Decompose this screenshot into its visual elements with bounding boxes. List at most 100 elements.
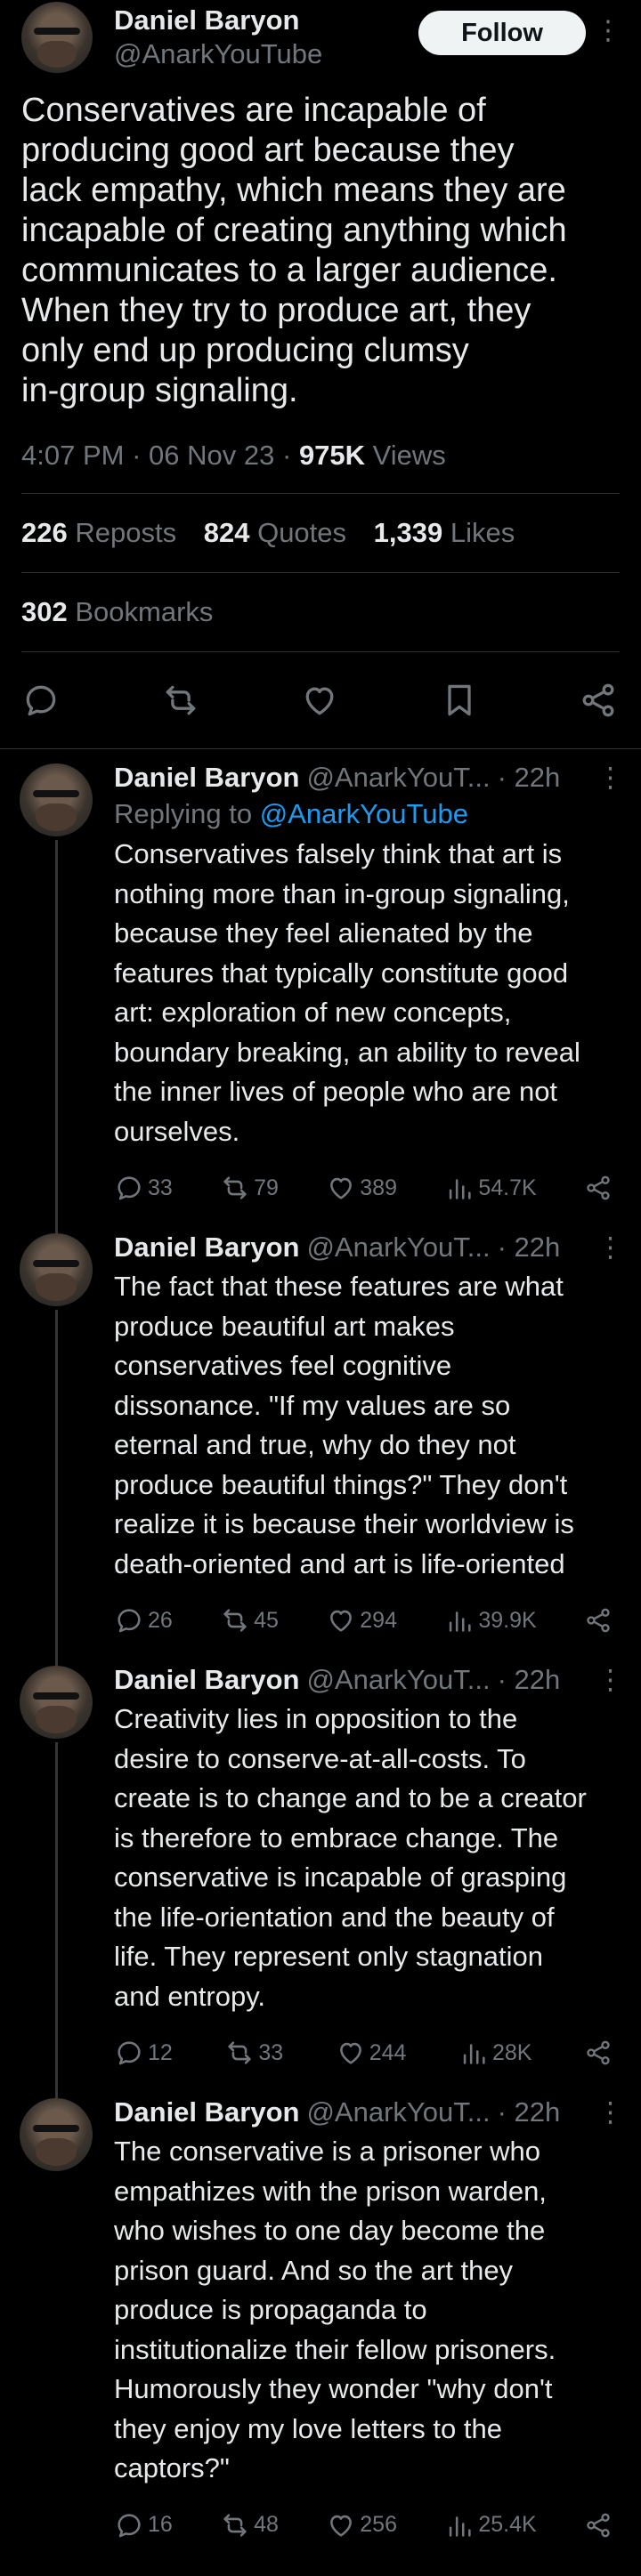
more-options-icon[interactable]: ⋮ — [596, 1230, 624, 1265]
more-options-icon[interactable]: ⋮ — [596, 2095, 624, 2130]
author-name[interactable]: Daniel Baryon — [114, 4, 322, 37]
reply-age[interactable]: · 22h — [498, 1230, 561, 1265]
reply-item[interactable]: Daniel Baryon @AnarkYouT... · 22h ⋮ The … — [0, 2084, 641, 2556]
tweet-date[interactable]: 06 Nov 23 — [149, 440, 274, 471]
reply-actions: 26 45 294 39.9K — [114, 1589, 620, 1651]
like-icon — [330, 2515, 353, 2537]
repost-button[interactable]: 33 — [224, 2038, 283, 2068]
share-icon[interactable] — [579, 681, 618, 720]
reply-icon — [118, 1609, 141, 1633]
avatar[interactable] — [20, 1233, 93, 1306]
reply-button[interactable]: 12 — [114, 2038, 173, 2068]
share-button[interactable] — [584, 2039, 616, 2067]
bookmarks-stat[interactable]: 302 Bookmarks — [21, 596, 213, 627]
reply-author-handle[interactable]: @AnarkYouT... — [306, 2095, 490, 2130]
avatar[interactable] — [20, 2098, 93, 2171]
repost-count: 48 — [254, 2512, 279, 2537]
more-options-icon[interactable]: ⋮ — [596, 1662, 624, 1698]
quotes-count: 824 — [203, 517, 250, 548]
share-icon — [587, 2513, 610, 2537]
meta-separator: · — [132, 440, 142, 471]
tweet-meta: 4:07 PM · 06 Nov 23 · 975K Views — [21, 438, 620, 473]
repost-button[interactable]: 79 — [220, 1173, 279, 1203]
reply-author-name[interactable]: Daniel Baryon — [114, 760, 299, 795]
reply-age[interactable]: · 22h — [498, 1662, 561, 1698]
repost-icon — [223, 1609, 247, 1632]
like-button[interactable]: 294 — [326, 1605, 397, 1635]
reply-author-handle[interactable]: @AnarkYouT... — [306, 760, 490, 795]
share-button[interactable] — [584, 1606, 616, 1635]
repost-icon — [223, 1176, 247, 1199]
avatar[interactable] — [20, 1666, 93, 1739]
reply-header: Daniel Baryon @AnarkYouT... · 22h ⋮ — [114, 2095, 624, 2130]
reply-header: Daniel Baryon @AnarkYouT... · 22h ⋮ — [114, 1662, 624, 1698]
main-tweet: Daniel Baryon @AnarkYouTube Follow ⋮ Con… — [0, 0, 641, 473]
views-button[interactable]: 39.9K — [444, 1605, 537, 1635]
likes-label: Likes — [450, 517, 515, 548]
reply-icon[interactable] — [21, 681, 61, 720]
reply-button[interactable]: 33 — [114, 1173, 173, 1203]
likes-stat[interactable]: 1,339 Likes — [374, 517, 515, 548]
views-button[interactable]: 28K — [458, 2038, 531, 2068]
reply-thread: Daniel Baryon @AnarkYouT... · 22h ⋮ Repl… — [0, 749, 641, 2556]
bookmarks-label: Bookmarks — [75, 596, 214, 627]
share-icon — [587, 2040, 610, 2065]
avatar[interactable] — [21, 2, 93, 73]
repost-icon — [223, 2513, 247, 2537]
reply-item[interactable]: Daniel Baryon @AnarkYouT... · 22h ⋮ Repl… — [0, 749, 641, 1233]
reply-author-name[interactable]: Daniel Baryon — [114, 1662, 299, 1698]
share-button[interactable] — [584, 1174, 616, 1202]
reposts-stat[interactable]: 226 Reposts — [21, 517, 176, 548]
like-count: 294 — [360, 1607, 397, 1633]
avatar[interactable] — [20, 763, 93, 836]
reply-header: Daniel Baryon @AnarkYouT... · 22h ⋮ — [114, 1230, 624, 1265]
repost-button[interactable]: 45 — [220, 1605, 279, 1635]
repost-icon[interactable] — [161, 681, 200, 720]
repost-count: 45 — [254, 1607, 279, 1633]
reply-item[interactable]: Daniel Baryon @AnarkYouT... · 22h ⋮ Crea… — [0, 1651, 641, 2098]
reply-author-name[interactable]: Daniel Baryon — [114, 1230, 299, 1265]
share-button[interactable] — [584, 2511, 616, 2540]
more-options-icon[interactable]: ⋮ — [595, 18, 621, 44]
bookmark-icon[interactable] — [440, 681, 479, 720]
reply-button[interactable]: 16 — [114, 2510, 173, 2540]
views-label: Views — [372, 440, 446, 471]
reply-item[interactable]: Daniel Baryon @AnarkYouT... · 22h ⋮ The … — [0, 1219, 641, 1666]
repost-count: 79 — [254, 1175, 279, 1200]
like-icon — [330, 1610, 353, 1632]
like-button[interactable]: 256 — [326, 2510, 397, 2540]
replying-to: Replying to @AnarkYouTube — [114, 795, 620, 833]
views-icon — [450, 1611, 471, 1632]
reply-button[interactable]: 26 — [114, 1605, 173, 1635]
tweet-time[interactable]: 4:07 PM — [21, 440, 124, 471]
share-icon — [587, 1608, 610, 1633]
like-button[interactable]: 244 — [336, 2038, 407, 2068]
reply-icon — [118, 2041, 141, 2065]
engagement-stats: 226 Reposts 824 Quotes 1,339 Likes — [21, 494, 620, 572]
reply-age[interactable]: · 22h — [498, 2095, 561, 2130]
bookmarks-count: 302 — [21, 596, 68, 627]
more-options-icon[interactable]: ⋮ — [596, 760, 624, 795]
replying-to-link[interactable]: @AnarkYouTube — [260, 798, 468, 829]
reply-author-handle[interactable]: @AnarkYouT... — [306, 1230, 490, 1265]
quotes-stat[interactable]: 824 Quotes — [204, 517, 346, 548]
views-button[interactable]: 25.4K — [444, 2510, 537, 2540]
like-button[interactable]: 389 — [326, 1173, 397, 1203]
reply-actions: 12 33 244 28K — [114, 2022, 620, 2084]
author-handle[interactable]: @AnarkYouTube — [114, 37, 322, 71]
views-count: 54.7K — [478, 1175, 537, 1200]
follow-button[interactable]: Follow — [418, 11, 586, 55]
reply-count: 26 — [148, 1607, 173, 1633]
reply-author-handle[interactable]: @AnarkYouT... — [306, 1662, 490, 1698]
repost-button[interactable]: 48 — [220, 2510, 279, 2540]
like-count: 244 — [369, 2039, 407, 2065]
reply-header: Daniel Baryon @AnarkYouT... · 22h ⋮ — [114, 760, 624, 795]
reply-author-name[interactable]: Daniel Baryon — [114, 2095, 299, 2130]
reply-age[interactable]: · 22h — [498, 760, 561, 795]
views-count: 25.4K — [478, 2512, 537, 2537]
tweet-text: Conservatives are incapable of producing… — [21, 92, 567, 409]
like-icon[interactable] — [300, 681, 339, 720]
views-count: 975K — [298, 440, 366, 471]
thread-line — [55, 840, 58, 1233]
views-button[interactable]: 54.7K — [444, 1173, 537, 1203]
